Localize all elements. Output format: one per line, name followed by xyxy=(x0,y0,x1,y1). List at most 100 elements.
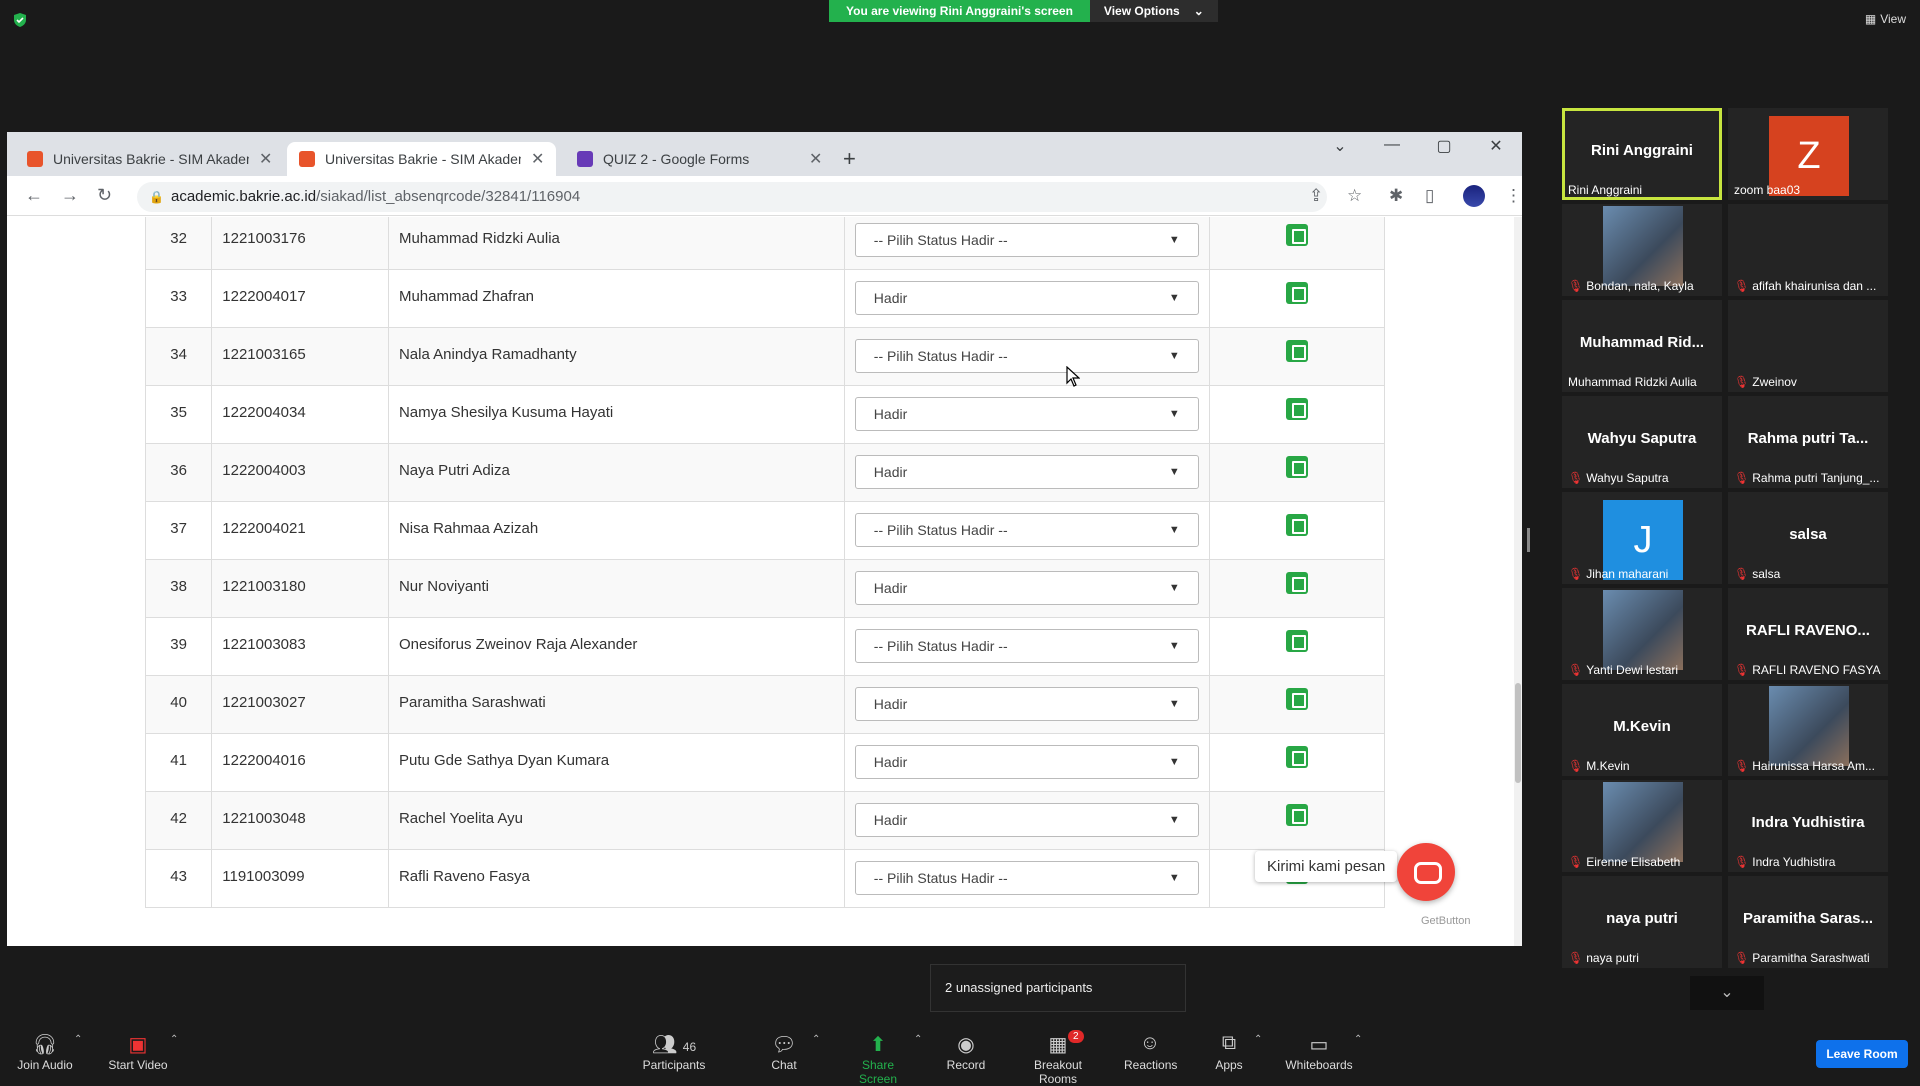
participant-tile[interactable]: Zzoom baa03 xyxy=(1728,108,1888,200)
save-icon[interactable] xyxy=(1286,746,1309,768)
reload-icon[interactable]: ↻ xyxy=(97,185,112,206)
start-video-button[interactable]: ▣ Start Video ⌃ xyxy=(106,1032,178,1072)
participants-button[interactable]: 👥︎ 46 Participants xyxy=(640,1032,708,1072)
attendance-status-select[interactable]: Hadir ▼ xyxy=(854,571,1199,605)
join-audio-button[interactable]: 🎧︎ Join Audio ⌃ xyxy=(16,1032,82,1072)
attendance-status-select[interactable]: Hadir ▼ xyxy=(854,745,1199,779)
participant-name: Hairunissa Harsa Am... xyxy=(1752,759,1875,773)
leave-room-button[interactable]: Leave Room xyxy=(1816,1040,1908,1068)
attendance-status-select[interactable]: -- Pilih Status Hadir -- ▼ xyxy=(854,223,1199,257)
participant-tile[interactable]: Rahma putri Ta... 🎙︎ Rahma putri Tanjung_.… xyxy=(1728,396,1888,488)
minimize-icon[interactable]: — xyxy=(1366,136,1418,156)
table-row: 32 1221003176 Muhammad Ridzki Aulia -- Pili… xyxy=(144,217,1385,270)
save-icon[interactable] xyxy=(1286,514,1309,536)
caret-up-icon[interactable]: ⌃ xyxy=(812,1034,820,1045)
save-icon[interactable] xyxy=(1286,572,1309,594)
scrollbar-thumb[interactable] xyxy=(1515,683,1521,783)
caret-up-icon[interactable]: ⌃ xyxy=(170,1034,178,1045)
new-tab-plus-icon[interactable]: + xyxy=(843,146,856,172)
forward-arrow-icon[interactable]: → xyxy=(61,185,79,206)
save-icon[interactable] xyxy=(1286,224,1309,246)
record-button[interactable]: ◉ Record xyxy=(944,1032,988,1072)
participant-tile[interactable]: 🎙︎ Zweinov xyxy=(1728,300,1888,392)
profile-avatar[interactable] xyxy=(1463,185,1485,207)
bookmark-star-icon[interactable]: ☆ xyxy=(1347,186,1362,206)
browser-tab-1[interactable]: Universitas Bakrie - SIM Akadem ✕ xyxy=(15,142,284,176)
attendance-status-select[interactable]: Hadir ▼ xyxy=(854,397,1199,431)
participant-tile[interactable]: naya putri 🎙︎ naya putri xyxy=(1562,876,1722,968)
attendance-status-select[interactable]: -- Pilih Status Hadir -- ▼ xyxy=(854,339,1199,373)
save-icon[interactable] xyxy=(1286,398,1309,420)
browser-tab-3[interactable]: QUIZ 2 - Google Forms ✕ xyxy=(565,142,834,176)
participant-tile[interactable]: RAFLI RAVENO... 🎙︎ RAFLI RAVENO FASYA xyxy=(1728,588,1888,680)
view-options-label: View Options xyxy=(1103,4,1180,18)
participant-tile[interactable]: Rini Anggraini Rini Anggraini xyxy=(1562,108,1722,200)
participant-tile[interactable]: 🎙︎ afifah khairunisa dan ... xyxy=(1728,204,1888,296)
share-screen-button[interactable]: ⬆︎ Share Screen ⌃ xyxy=(842,1032,922,1086)
save-icon[interactable] xyxy=(1286,456,1309,478)
chat-button[interactable]: 💬︎ Chat ⌃ xyxy=(768,1032,820,1072)
view-button[interactable]: ▦ View xyxy=(1865,12,1906,26)
participant-tile[interactable]: Paramitha Saras... 🎙︎ Paramitha Sarashwati xyxy=(1728,876,1888,968)
save-icon[interactable] xyxy=(1286,282,1309,304)
attendance-status-select[interactable]: -- Pilih Status Hadir -- ▼ xyxy=(854,629,1199,663)
url-bar[interactable]: 🔒 academic.bakrie.ac.id/siakad/list_abse… xyxy=(137,182,1327,212)
getbutton-credit[interactable]: GetButton xyxy=(1421,915,1471,927)
attendance-status-select[interactable]: Hadir ▼ xyxy=(854,687,1199,721)
close-icon[interactable]: ✕ xyxy=(531,149,544,169)
muted-mic-icon: 🎙︎ xyxy=(1734,471,1750,485)
attendance-status-select[interactable]: -- Pilih Status Hadir -- ▼ xyxy=(854,513,1199,547)
participant-tile[interactable]: 🎙︎ Hairunissa Harsa Am... xyxy=(1728,684,1888,776)
browser-tab-2-active[interactable]: Universitas Bakrie - SIM Akadem ✕ xyxy=(287,142,557,176)
save-icon[interactable] xyxy=(1286,804,1309,826)
apps-button[interactable]: ⧉ Apps ⌃ xyxy=(1214,1032,1262,1072)
participant-tile[interactable]: Muhammad Rid... Muhammad Ridzki Aulia xyxy=(1562,300,1722,392)
participant-tile[interactable]: J 🎙︎ Jihan maharani xyxy=(1562,492,1722,584)
panel-resize-handle[interactable] xyxy=(1527,528,1530,552)
close-window-icon[interactable]: ✕ xyxy=(1470,136,1522,156)
maximize-icon[interactable]: ▢ xyxy=(1418,136,1470,156)
participant-tile[interactable]: 🎙︎ Eirenne Elisabeth xyxy=(1562,780,1722,872)
chat-bubble-icon[interactable] xyxy=(1397,843,1455,901)
extensions-puzzle-icon[interactable]: ✱ xyxy=(1389,186,1403,206)
attendance-status-select[interactable]: Hadir ▼ xyxy=(854,455,1199,489)
record-icon: ◉ xyxy=(957,1034,975,1056)
save-icon[interactable] xyxy=(1286,340,1309,362)
chat-widget-label[interactable]: Kirimi kami pesan xyxy=(1255,851,1398,882)
close-icon[interactable]: ✕ xyxy=(259,149,272,169)
attendance-status-select[interactable]: Hadir ▼ xyxy=(854,803,1199,837)
back-arrow-icon[interactable]: ← xyxy=(25,185,43,206)
security-shield-icon[interactable] xyxy=(12,12,28,28)
save-icon[interactable] xyxy=(1286,688,1309,710)
breakout-rooms-button[interactable]: ▦ 2 Breakout Rooms xyxy=(1014,1030,1102,1086)
save-icon[interactable] xyxy=(1286,630,1309,652)
share-icon[interactable]: ⇪ xyxy=(1309,186,1323,206)
tab-search-chevron-icon[interactable]: ⌄ xyxy=(1314,136,1366,156)
participant-tile[interactable]: Indra Yudhistira 🎙︎ Indra Yudhistira xyxy=(1728,780,1888,872)
participant-tile[interactable]: 🎙︎ Yanti Dewi lestari xyxy=(1562,588,1722,680)
gallery-next-page-chevron-icon[interactable]: ⌄ xyxy=(1690,976,1764,1010)
table-row: 43 1191003099 Rafli Raveno Fasya -- Pilih S… xyxy=(144,849,1385,908)
side-panel-icon[interactable]: ▯ xyxy=(1425,186,1434,206)
whiteboards-button[interactable]: ▭ Whiteboards ⌃ xyxy=(1284,1032,1362,1072)
participant-tile[interactable]: M.Kevin 🎙︎ M.Kevin xyxy=(1562,684,1722,776)
tab-title: Universitas Bakrie - SIM Akadem xyxy=(325,151,521,167)
caret-up-icon[interactable]: ⌃ xyxy=(1254,1034,1262,1045)
participant-tile[interactable]: 🎙︎ Bondan, nala, Kayla xyxy=(1562,204,1722,296)
view-options-button[interactable]: View Options ⌄ xyxy=(1089,0,1218,22)
participant-tile[interactable]: Wahyu Saputra 🎙︎ Wahyu Saputra xyxy=(1562,396,1722,488)
kebab-menu-icon[interactable]: ⋮ xyxy=(1505,186,1522,206)
participant-name: Wahyu Saputra xyxy=(1586,471,1669,485)
participant-name: Bondan, nala, Kayla xyxy=(1586,279,1694,293)
page-scrollbar[interactable] xyxy=(1514,217,1522,946)
participants-icon: 👥︎ 46 xyxy=(651,1034,697,1056)
reactions-button[interactable]: ☺︎ Reactions xyxy=(1124,1032,1177,1072)
participant-tile[interactable]: salsa 🎙︎ salsa xyxy=(1728,492,1888,584)
attendance-status-select[interactable]: -- Pilih Status Hadir -- ▼ xyxy=(854,861,1199,895)
attendance-status-select[interactable]: Hadir ▼ xyxy=(854,281,1199,315)
caret-up-icon[interactable]: ⌃ xyxy=(1354,1034,1362,1045)
participant-display-name: Rahma putri Ta... xyxy=(1747,430,1869,447)
caret-up-icon[interactable]: ⌃ xyxy=(914,1034,922,1045)
close-icon[interactable]: ✕ xyxy=(809,149,822,169)
caret-up-icon[interactable]: ⌃ xyxy=(74,1034,82,1045)
